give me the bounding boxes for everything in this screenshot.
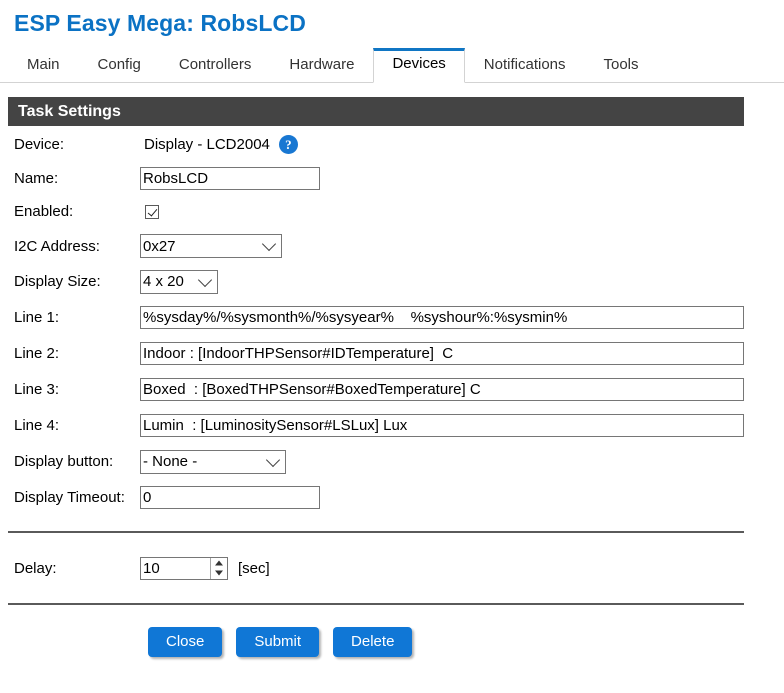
- task-settings-header: Task Settings: [8, 97, 744, 126]
- line3-input[interactable]: [140, 377, 744, 401]
- line1-input[interactable]: [140, 305, 744, 329]
- row-line2: Line 2:: [0, 335, 784, 371]
- delete-button[interactable]: Delete: [333, 627, 413, 657]
- spinner-down-icon[interactable]: [211, 568, 227, 579]
- row-line4: Line 4:: [0, 407, 784, 443]
- delay-stepper: [140, 556, 228, 580]
- i2c-address-select[interactable]: 0x27: [140, 234, 282, 258]
- delay-unit: [sec]: [238, 559, 270, 577]
- row-name: Name:: [0, 162, 784, 195]
- line1-label: Line 1:: [14, 308, 60, 326]
- delay-label: Delay:: [14, 559, 57, 577]
- row-line3: Line 3:: [0, 371, 784, 407]
- device-value: Display - LCD2004: [144, 135, 270, 153]
- row-display-size: Display Size: 4 x 20: [0, 264, 784, 299]
- tab-bar: Main Config Controllers Hardware Devices…: [0, 45, 784, 83]
- tab-devices[interactable]: Devices: [373, 48, 465, 83]
- tab-tools[interactable]: Tools: [585, 49, 658, 83]
- spinner-arrows[interactable]: [210, 557, 227, 579]
- i2c-address-select-wrap: 0x27: [140, 234, 282, 258]
- submit-button[interactable]: Submit: [236, 627, 320, 657]
- tab-main[interactable]: Main: [8, 49, 79, 83]
- display-size-label: Display Size:: [14, 273, 101, 290]
- tab-hardware[interactable]: Hardware: [270, 49, 373, 83]
- line3-label: Line 3:: [14, 380, 60, 398]
- device-value-group: Display - LCD2004 ?: [140, 134, 298, 154]
- tab-controllers[interactable]: Controllers: [160, 49, 271, 83]
- line2-label: Line 2:: [14, 344, 60, 362]
- line4-label: Line 4:: [14, 416, 60, 434]
- task-settings-form: Device: Display - LCD2004 ? Name: Enable…: [0, 126, 784, 514]
- row-device: Device: Display - LCD2004 ?: [0, 126, 784, 162]
- display-timeout-label: Display Timeout:: [14, 488, 125, 506]
- i2c-address-label: I2C Address:: [14, 237, 100, 255]
- tab-notifications[interactable]: Notifications: [465, 49, 585, 83]
- form-buttons: Close Submit Delete: [0, 627, 784, 657]
- divider-top: [8, 531, 744, 533]
- display-size-select[interactable]: 4 x 20: [140, 269, 218, 294]
- page-title: ESP Easy Mega: RobsLCD: [14, 10, 306, 36]
- device-label: Device:: [14, 135, 65, 153]
- row-line1: Line 1:: [0, 299, 784, 335]
- row-display-timeout: Display Timeout:: [0, 480, 784, 514]
- close-button[interactable]: Close: [148, 627, 223, 657]
- display-button-select[interactable]: - None -: [140, 449, 286, 474]
- display-button-select-wrap: - None -: [140, 449, 286, 474]
- spinner-up-icon[interactable]: [211, 558, 227, 569]
- line2-input[interactable]: [140, 341, 744, 365]
- question-mark-icon[interactable]: ?: [278, 134, 298, 154]
- name-label: Name:: [14, 170, 59, 187]
- line4-input[interactable]: [140, 413, 744, 437]
- name-input[interactable]: [140, 167, 320, 190]
- row-enabled: Enabled:: [0, 195, 784, 228]
- row-i2c-address: I2C Address: 0x27: [0, 228, 784, 264]
- display-timeout-input[interactable]: [140, 485, 320, 509]
- tab-config[interactable]: Config: [79, 49, 160, 83]
- display-button-label: Display button:: [14, 453, 114, 470]
- row-display-button: Display button: - None -: [0, 443, 784, 480]
- enabled-label: Enabled:: [14, 203, 74, 220]
- enabled-checkbox[interactable]: [145, 204, 159, 219]
- divider-bottom: [8, 603, 744, 605]
- display-size-select-wrap: 4 x 20: [140, 269, 218, 294]
- row-delay: Delay: [sec]: [0, 551, 784, 585]
